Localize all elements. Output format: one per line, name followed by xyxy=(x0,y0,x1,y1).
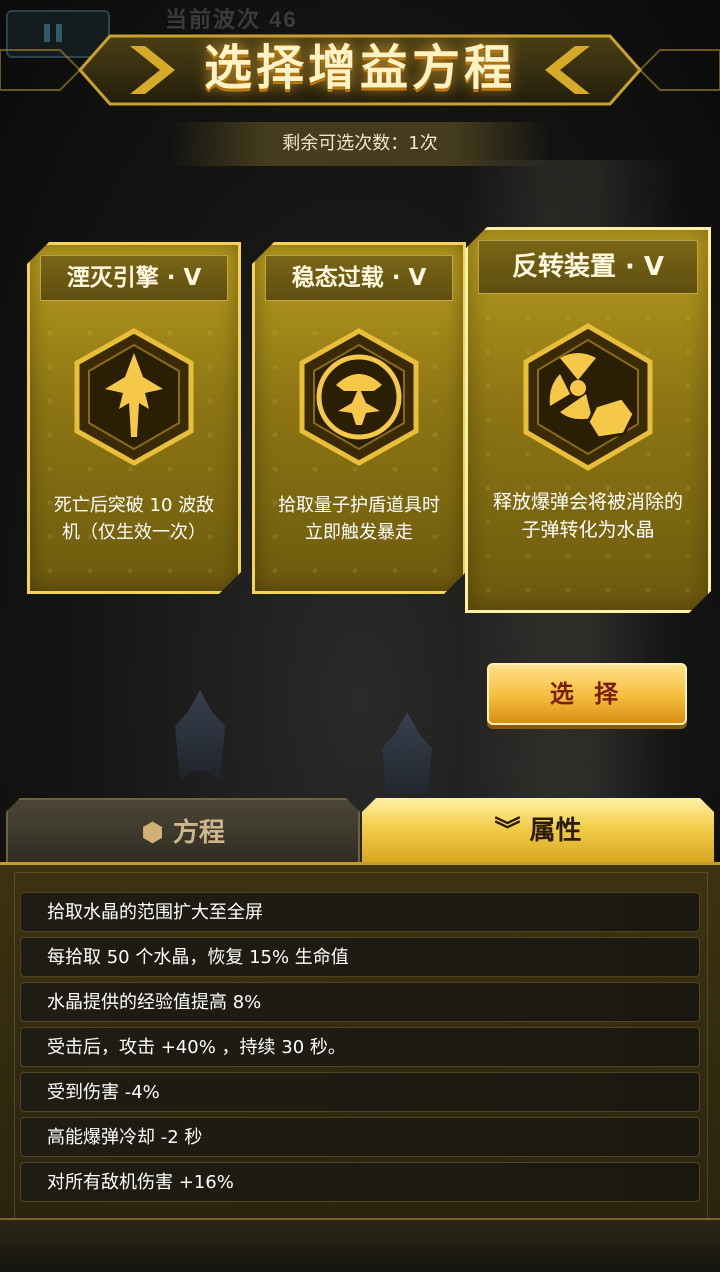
attribute-row: 每拾取 50 个水晶，恢复 15% 生命值 xyxy=(20,937,700,977)
page-title: 选择增益方程 xyxy=(203,40,516,96)
card-description: 死亡后突破 10 波敌机（仅生效一次） xyxy=(53,495,215,543)
shield-ship-icon xyxy=(296,327,422,467)
attribute-row: 水晶提供的经验值提高 8% xyxy=(20,982,700,1022)
tab-equations[interactable]: ⬢ 方程 xyxy=(6,798,360,868)
card-title: 湮灭引擎 · V xyxy=(40,255,228,301)
hexagon-icon: ⬢ xyxy=(141,818,164,848)
attribute-row: 对所有敌机伤害 +16% xyxy=(20,1162,700,1202)
enemy-ship xyxy=(175,690,225,780)
radiation-crystal-icon xyxy=(520,322,656,472)
tab-label: 属性 xyxy=(529,816,582,846)
card-title: 反转装置 · V xyxy=(478,240,698,294)
attribute-row: 拾取水晶的范围扩大至全屏 xyxy=(20,892,700,932)
card-title: 稳态过载 · V xyxy=(265,255,453,301)
jet-arrow-icon xyxy=(71,327,197,467)
card-description: 释放爆弹会将被消除的子弹转化为水晶 xyxy=(492,491,683,541)
equation-card-overload[interactable]: 稳态过载 · V 拾取量子护盾道具时立即触发暴走 xyxy=(252,242,466,594)
tab-attributes[interactable]: ︾ 属性 xyxy=(362,798,714,864)
bottom-frame xyxy=(0,1218,720,1272)
attribute-row: 高能爆弹冷却 -2 秒 xyxy=(20,1117,700,1157)
attribute-row: 受击后，攻击 +40% ，持续 30 秒。 xyxy=(20,1027,700,1067)
attribute-row: 受到伤害 -4% xyxy=(20,1072,700,1112)
tab-bar: ⬢ 方程 ︾ 属性 xyxy=(0,798,720,868)
double-chevron-down-icon: ︾ xyxy=(494,816,521,846)
equation-card-reverser[interactable]: 反转装置 · V 释放爆弹会将被消除的子弹转化为水晶 xyxy=(465,227,711,613)
card-description: 拾取量子护盾道具时立即触发暴走 xyxy=(278,495,440,543)
enemy-ship xyxy=(382,712,432,802)
select-button[interactable]: 选 择 xyxy=(487,663,687,725)
equation-card-annihilation[interactable]: 湮灭引擎 · V 死亡后突破 10 波敌机（仅生效一次） xyxy=(27,242,241,594)
tab-label: 方程 xyxy=(172,818,225,848)
